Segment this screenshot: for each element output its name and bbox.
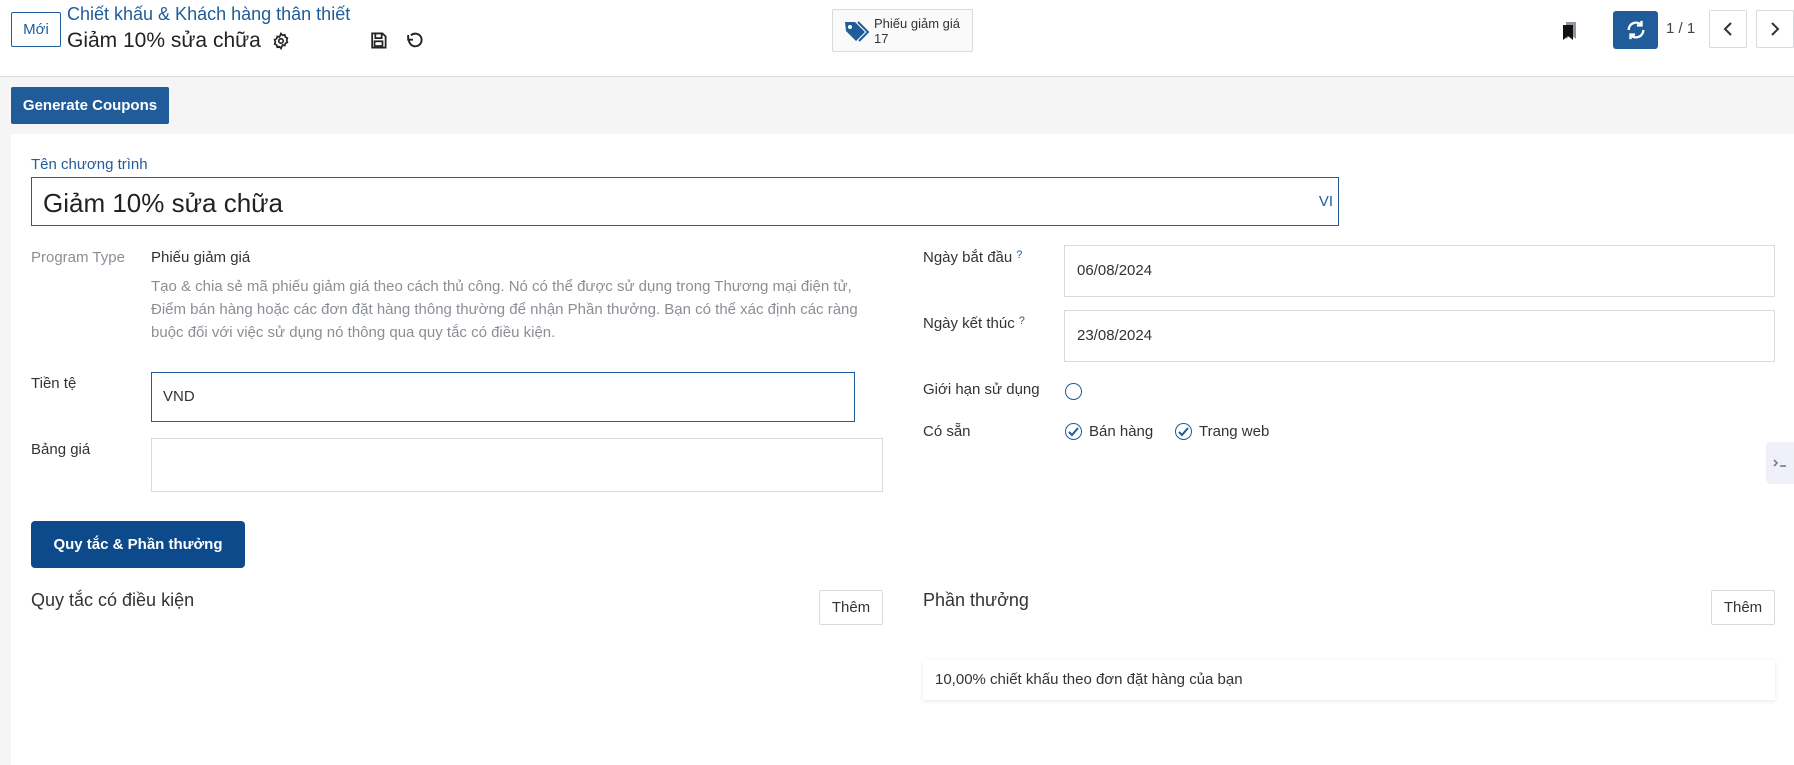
tab-rules-rewards[interactable]: Quy tắc & Phần thưởng: [31, 521, 245, 568]
check-icon: [1065, 423, 1082, 440]
new-button[interactable]: Mới: [11, 12, 61, 47]
reward-item-label: 10,00% chiết khấu theo đơn đặt hàng của …: [935, 671, 1243, 688]
sync-icon[interactable]: [1613, 11, 1658, 49]
end-date-label: Ngày kết thúc?: [923, 315, 1025, 332]
bookmark-icon[interactable]: [1553, 14, 1587, 48]
reward-item[interactable]: 10,00% chiết khấu theo đơn đặt hàng của …: [923, 660, 1775, 700]
usage-limit-checkbox[interactable]: [1065, 383, 1082, 400]
generate-coupons-button[interactable]: Generate Coupons: [11, 87, 169, 124]
pager-value[interactable]: 1 / 1: [1666, 20, 1695, 37]
coupons-smart-button[interactable]: Phiếu giảm giá 17: [832, 9, 973, 52]
rewards-section-title: Phần thưởng: [923, 590, 1029, 610]
breadcrumb[interactable]: Chiết khấu & Khách hàng thân thiết: [67, 4, 350, 25]
start-date-label: Ngày bắt đầu?: [923, 249, 1022, 266]
currency-input[interactable]: VND: [151, 372, 855, 422]
currency-label: Tiền tệ: [31, 375, 77, 392]
tag-icon: [843, 19, 870, 46]
help-icon[interactable]: ?: [1019, 315, 1025, 327]
save-icon[interactable]: [367, 28, 389, 52]
available-sales-label: Bán hàng: [1089, 423, 1154, 440]
smart-button-count: 17: [874, 31, 889, 46]
record-title: Giảm 10% sửa chữa: [67, 29, 261, 52]
program-name-value: Giảm 10% sửa chữa: [43, 188, 284, 218]
chevron-left-icon[interactable]: [1709, 10, 1747, 48]
help-icon[interactable]: ?: [1016, 249, 1022, 261]
end-date-value: 23/08/2024: [1077, 327, 1153, 344]
rules-section-title: Quy tắc có điều kiện: [31, 590, 195, 610]
available-website-label: Trang web: [1199, 423, 1270, 440]
check-icon: [1175, 423, 1192, 440]
end-date-label-text: Ngày kết thúc: [923, 315, 1015, 332]
control-panel: Mới Chiết khấu & Khách hàng thân thiết G…: [0, 0, 1794, 77]
usage-limit-label: Giới hạn sử dụng: [923, 381, 1040, 398]
chevron-right-icon[interactable]: [1756, 10, 1794, 48]
currency-value: VND: [163, 388, 195, 405]
add-rule-button[interactable]: Thêm: [819, 590, 883, 625]
start-date-value: 06/08/2024: [1077, 262, 1153, 279]
add-reward-button[interactable]: Thêm: [1711, 590, 1775, 625]
available-label: Có sẵn: [923, 423, 971, 440]
pricelist-label: Bảng giá: [31, 441, 91, 458]
start-date-label-text: Ngày bắt đầu: [923, 249, 1013, 266]
available-website-checkbox[interactable]: Trang web: [1175, 423, 1269, 440]
chatter-toggle-icon[interactable]: [1766, 442, 1794, 484]
smart-button-label: Phiếu giảm giá: [874, 16, 960, 31]
start-date-input[interactable]: 06/08/2024: [1064, 245, 1775, 297]
program-name-input[interactable]: Giảm 10% sửa chữa VI: [31, 177, 1339, 226]
pricelist-input[interactable]: [151, 438, 883, 492]
gear-icon[interactable]: [271, 30, 291, 52]
program-type-description: Tạo & chia sẻ mã phiếu giảm giá theo các…: [151, 278, 858, 341]
available-sales-checkbox[interactable]: Bán hàng: [1065, 423, 1153, 440]
program-type-value[interactable]: Phiếu giảm giá: [151, 249, 250, 266]
end-date-input[interactable]: 23/08/2024: [1064, 310, 1775, 362]
discard-icon[interactable]: [403, 28, 425, 52]
language-toggle[interactable]: VI: [1319, 193, 1333, 210]
program-type-label: Program Type: [31, 249, 125, 266]
program-name-label: Tên chương trình: [31, 156, 148, 173]
